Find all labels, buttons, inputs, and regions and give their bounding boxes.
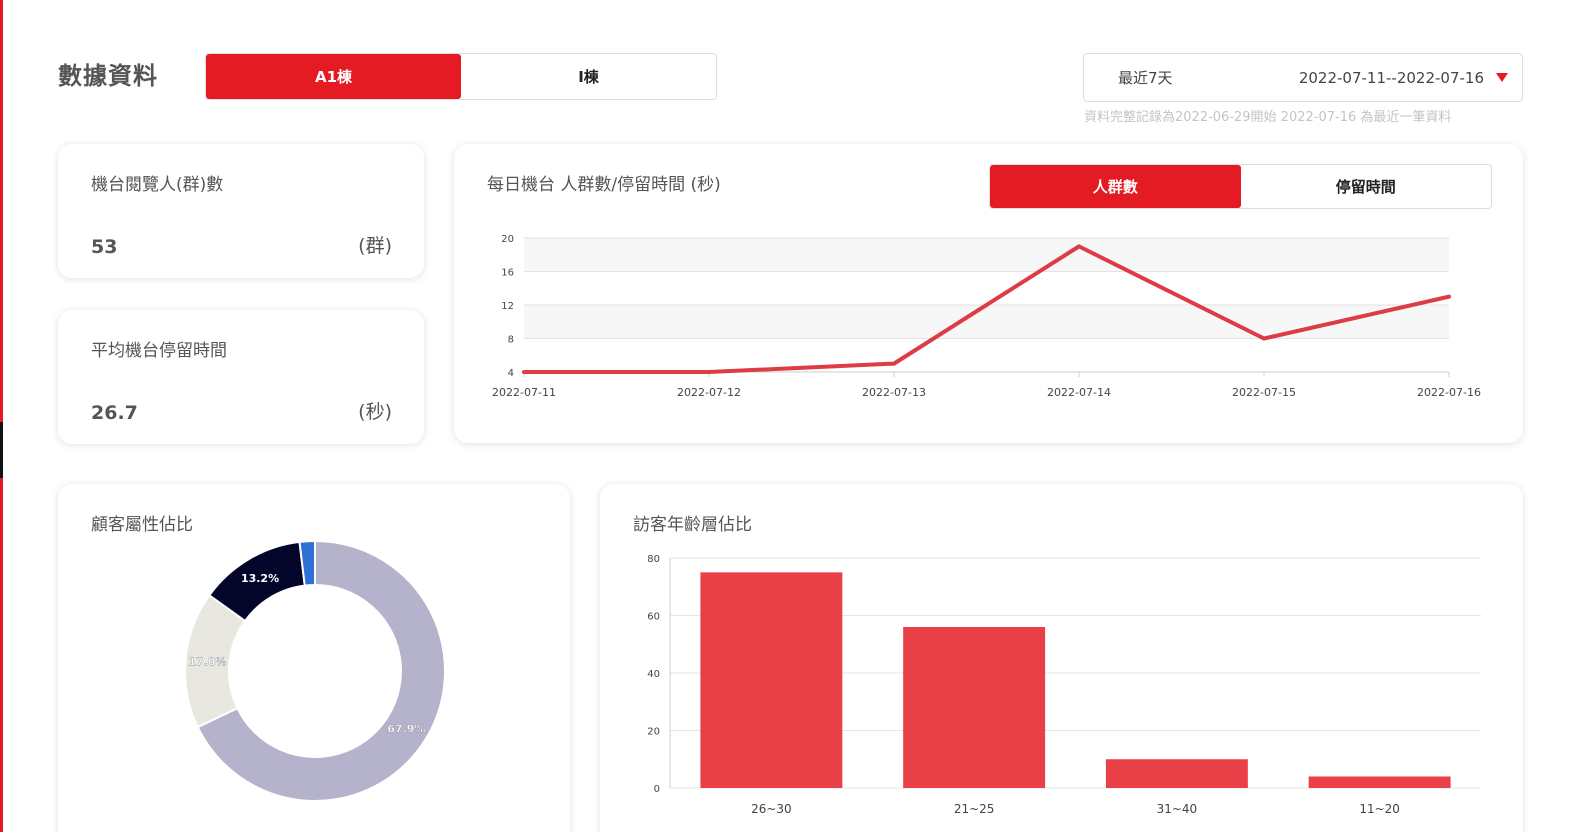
age-panel: 訪客年齡層佔比 0 20 40 60 80 26~30 21~25 31~40 11~20 bbox=[600, 484, 1523, 832]
date-range-select[interactable]: 最近7天 2022-07-11--2022-07-16 bbox=[1083, 53, 1523, 102]
y-tick-label: 12 bbox=[501, 301, 514, 312]
data-point bbox=[892, 361, 896, 366]
bar bbox=[700, 572, 843, 788]
x-tick-label: 2022-07-15 bbox=[1232, 386, 1296, 399]
visitors-unit: (群) bbox=[358, 235, 392, 257]
data-point bbox=[522, 370, 526, 374]
x-tick-label: 2022-07-16 bbox=[1417, 386, 1481, 399]
y-tick-label: 4 bbox=[508, 368, 514, 379]
data-point bbox=[1077, 244, 1081, 249]
date-range-value: 2022-07-11--2022-07-16 bbox=[1298, 68, 1484, 87]
daily-panel: 每日機台 人群數/停留時間 (秒) 人群數 停留時間 4 8 12 16 20 2022-… bbox=[454, 144, 1523, 443]
scroll-indicator[interactable] bbox=[0, 422, 3, 478]
x-tick-label: 26~30 bbox=[751, 802, 792, 816]
x-tick-label: 2022-07-12 bbox=[677, 386, 741, 399]
slice-label: 13.2% bbox=[241, 572, 279, 585]
date-note: 資料完整記錄為2022-06-29開始 2022-07-16 為最近一筆資料 bbox=[1084, 110, 1452, 125]
visitors-value: 53 bbox=[91, 236, 118, 258]
daily-line-chart: 4 8 12 16 20 2022-07-11 2022-07-12 2022-07-13 20… bbox=[492, 234, 1481, 399]
bar bbox=[1105, 759, 1248, 788]
visitors-title: 機台閱覽人(群)數 bbox=[91, 175, 224, 195]
visitors-card: 機台閱覽人(群)數 53 (群) bbox=[58, 144, 424, 278]
date-preset-label: 最近7天 bbox=[1118, 69, 1173, 87]
grid-band bbox=[524, 238, 1449, 272]
y-tick-label: 20 bbox=[501, 234, 514, 245]
slice-label: 17.0% bbox=[188, 656, 226, 669]
dwell-value: 26.7 bbox=[91, 402, 138, 424]
customer-attribute-donut-chart: 67.9% 17.0% 13.2% bbox=[184, 539, 446, 802]
tab-building-a1[interactable]: A1棟 bbox=[206, 54, 461, 99]
y-tick-label: 8 bbox=[508, 335, 514, 346]
dwell-card: 平均機台停留時間 26.7 (秒) bbox=[58, 310, 424, 444]
x-tick-label: 2022-07-14 bbox=[1047, 386, 1111, 399]
left-accent-bar bbox=[0, 0, 3, 832]
tab-building-i[interactable]: I棟 bbox=[461, 54, 716, 99]
data-point bbox=[707, 370, 711, 374]
slice-label: 67.9% bbox=[387, 723, 425, 736]
building-tabs: A1棟 I棟 bbox=[205, 53, 717, 100]
x-tick-label: 2022-07-13 bbox=[862, 386, 926, 399]
x-tick-label: 11~20 bbox=[1359, 802, 1400, 816]
x-tick-label: 31~40 bbox=[1157, 802, 1198, 816]
gender-panel: 顧客屬性佔比 67.9% 17.0% 13.2% bbox=[58, 484, 570, 832]
data-point bbox=[1447, 294, 1451, 299]
y-tick-label: 20 bbox=[647, 727, 660, 738]
y-tick-label: 40 bbox=[647, 669, 660, 680]
dwell-title: 平均機台停留時間 bbox=[91, 341, 227, 361]
bar bbox=[903, 627, 1046, 788]
y-tick-label: 60 bbox=[647, 612, 660, 623]
page-title: 數據資料 bbox=[58, 62, 158, 90]
y-tick-label: 0 bbox=[654, 784, 660, 795]
data-point bbox=[1262, 336, 1266, 341]
dropdown-caret-icon bbox=[1496, 73, 1508, 82]
grid-band bbox=[524, 305, 1449, 339]
y-tick-label: 16 bbox=[501, 268, 514, 279]
x-tick-label: 21~25 bbox=[954, 802, 995, 816]
x-tick-label: 2022-07-11 bbox=[492, 386, 556, 399]
dwell-unit: (秒) bbox=[358, 401, 392, 423]
y-tick-label: 80 bbox=[647, 554, 660, 565]
visitor-age-bar-chart: 0 20 40 60 80 26~30 21~25 31~40 11~20 bbox=[647, 554, 1481, 816]
bar bbox=[1308, 776, 1451, 788]
